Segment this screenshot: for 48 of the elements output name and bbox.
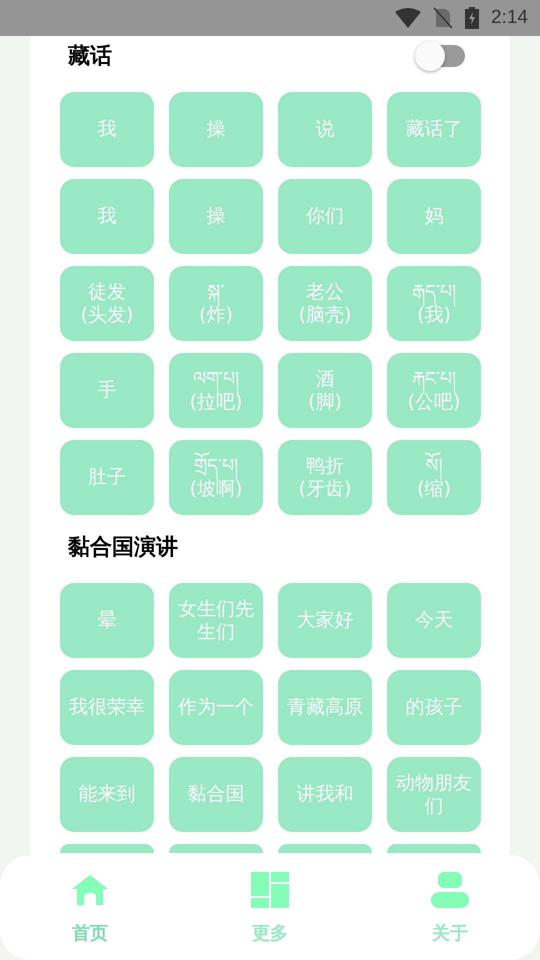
word-tile[interactable]: 动物朋友们 bbox=[387, 757, 481, 832]
word-tile[interactable]: 操 bbox=[169, 92, 263, 167]
word-tile[interactable]: 说 bbox=[278, 92, 372, 167]
section-title: 黏合国演讲 bbox=[67, 534, 178, 562]
nav-tab[interactable]: 更多 bbox=[180, 855, 360, 960]
word-tile[interactable]: ལག་པ། (拉吧) bbox=[169, 353, 263, 428]
word-tile[interactable]: 我很荣幸 bbox=[60, 670, 154, 745]
word-tile[interactable]: 大家好 bbox=[278, 583, 372, 658]
word-tile[interactable]: 手 bbox=[60, 353, 154, 428]
clock-time: 2:14 bbox=[491, 7, 528, 29]
word-tile[interactable]: 肚子 bbox=[60, 440, 154, 515]
word-tile[interactable]: 我 bbox=[60, 179, 154, 254]
word-tile[interactable]: 酒 (脚) bbox=[278, 353, 372, 428]
home-icon bbox=[71, 874, 109, 906]
word-tile[interactable]: 徒发 (头发) bbox=[60, 266, 154, 341]
person-icon bbox=[431, 872, 469, 908]
word-tile[interactable] bbox=[387, 844, 481, 853]
word-tile[interactable]: 你们 bbox=[278, 179, 372, 254]
wifi-icon bbox=[395, 8, 422, 28]
word-tile[interactable]: 鸭折 (牙齿) bbox=[278, 440, 372, 515]
word-tile[interactable]: 作为一个 bbox=[169, 670, 263, 745]
word-tile[interactable] bbox=[278, 844, 372, 853]
nav-tab[interactable]: 首页 bbox=[0, 855, 180, 960]
word-tile[interactable]: 能来到 bbox=[60, 757, 154, 832]
word-tile[interactable]: 操 bbox=[169, 179, 263, 254]
nav-tab[interactable]: 关于 bbox=[360, 855, 540, 960]
word-tile[interactable]: 青藏高原 bbox=[278, 670, 372, 745]
word-tile[interactable]: རྒད་པ། (我) bbox=[387, 266, 481, 341]
word-tile[interactable]: 我 bbox=[60, 92, 154, 167]
word-tile[interactable]: གྲོད་པ། (坡啊) bbox=[169, 440, 263, 515]
word-tile[interactable]: 晕 bbox=[60, 583, 154, 658]
word-tile[interactable]: 藏话了 bbox=[387, 92, 481, 167]
no-sim-icon bbox=[433, 7, 454, 29]
word-tile[interactable]: རྐང་པ། (公吧) bbox=[387, 353, 481, 428]
word-tile[interactable]: 女生们先生们 bbox=[169, 583, 263, 658]
section-title: 藏话 bbox=[66, 43, 112, 71]
word-tile[interactable] bbox=[169, 844, 263, 853]
word-tile[interactable] bbox=[60, 844, 154, 853]
word-tile[interactable]: 妈 bbox=[387, 179, 481, 254]
layout-grid-icon bbox=[251, 872, 289, 908]
word-tile[interactable]: 的孩子 bbox=[387, 670, 481, 745]
word-tile[interactable]: 老公 (脑壳) bbox=[278, 266, 372, 341]
battery-icon bbox=[465, 7, 480, 29]
word-tile[interactable]: སྐ་ (炸) bbox=[169, 266, 263, 341]
word-tile[interactable]: 今天 bbox=[387, 583, 481, 658]
word-tile[interactable]: 讲我和 bbox=[278, 757, 372, 832]
word-tile[interactable]: 黏合国 bbox=[169, 757, 263, 832]
word-tile[interactable]: སོ། (缩) bbox=[387, 440, 481, 515]
